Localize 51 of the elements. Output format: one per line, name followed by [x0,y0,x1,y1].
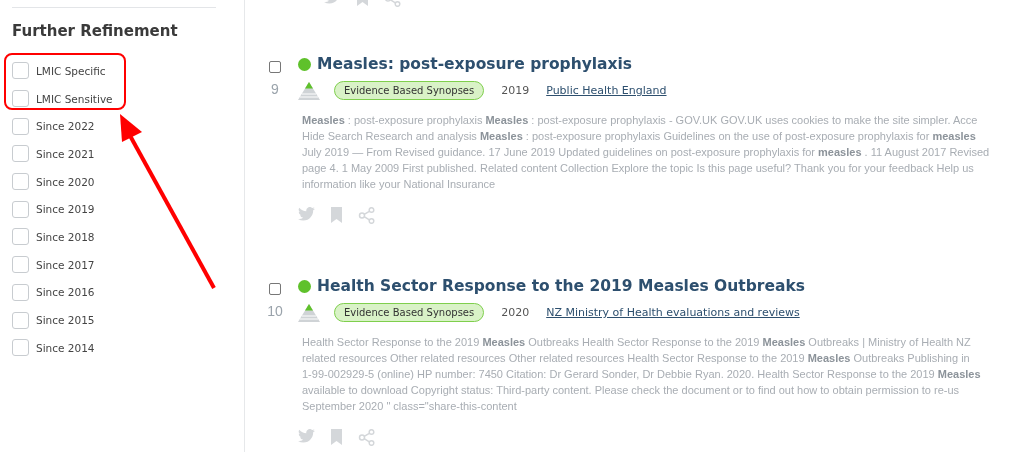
pyramid-icon [298,81,320,100]
checkbox[interactable] [12,311,29,329]
result-title[interactable]: Measles: post-exposure prophylaxis [317,55,633,73]
filter-label[interactable]: LMIC Specific [36,64,106,77]
checkbox[interactable] [12,283,29,301]
source-link[interactable]: NZ Ministry of Health evaluations and reviews [546,306,800,319]
filter-label[interactable]: Since 2020 [36,175,95,188]
result-number: 9 [271,81,279,97]
checkbox[interactable] [12,62,29,80]
checkbox[interactable] [12,90,29,108]
year: 2019 [501,84,530,97]
result-number: 10 [267,303,283,319]
bookmark-icon[interactable] [331,429,342,445]
checkbox[interactable] [12,200,29,218]
snippet-line: available to download Copyright status: Third-party content. Please check the document or to find out how to obtain permission to re-us [302,383,961,398]
filter-label[interactable]: Since 2017 [36,258,95,271]
checkbox[interactable] [12,117,29,135]
category-badge: Evidence Based Synopses [334,303,485,322]
checkbox[interactable] [12,256,29,274]
filter-label[interactable]: Since 2019 [36,203,95,216]
checkbox[interactable] [12,228,29,246]
result-title[interactable]: Health Sector Response to the 2019 Measles Outbreaks [317,277,805,295]
snippet-line: September 2020 " class="share-this-content [302,399,518,414]
filter-label[interactable]: Since 2016 [36,286,95,299]
snippet-line: Hide Search Research and analysis Measles : post-exposure prophylaxis Guidelines on the use of post-exposure prophylaxis for measles [302,129,977,144]
category-badge: Evidence Based Synopses [334,81,485,100]
checkbox[interactable] [269,61,281,73]
snippet-line: July 2019 — From Revised guidance. 17 June 2019 Updated guidelines on post-exposure prophylaxis for measles . 11 August 2017 Revised [302,145,990,160]
checkbox[interactable] [12,145,29,163]
filter-label[interactable]: LMIC Sensitive [36,92,113,105]
snippet-line: 1-99-002929-5 (online) HP number: 7450 Citation: Dr Gerard Sonder, Dr Debbie Ryan. 2020. Health Sector Response to the 2019 Measles [302,367,981,382]
filter-label[interactable]: Since 2015 [36,314,95,327]
section-heading: Further Refinement [12,22,179,40]
filter-label[interactable]: Since 2018 [36,230,95,243]
snippet-line: related resources Other related resources Other related resources Health Sector Response to the 2019 Measles Outbreaks Publishing in [302,351,971,366]
snippet-line: Measles : post-exposure prophylaxis Measles : post-exposure prophylaxis - GOV.UK GOV.UK uses cookies to make the site simpler. Acce [302,113,979,128]
filter-label[interactable]: Since 2022 [36,120,95,133]
bookmark-icon[interactable] [331,207,342,223]
filter-label[interactable]: Since 2014 [36,341,95,354]
status-dot [298,279,311,293]
status-dot [298,57,311,71]
checkbox[interactable] [12,173,29,191]
snippet-line: Health Sector Response to the 2019 Measles Outbreaks Health Sector Response to the 2019 Measles Outbreaks | Ministry of Health NZ [302,335,972,350]
year: 2020 [501,306,530,319]
checkbox[interactable] [269,283,281,295]
source-link[interactable]: Public Health England [546,84,667,97]
snippet-line: page 4. 1 May 2009 First published. Related content Collection Explore the topic Is this page useful? Thank you for your feedback Help us [302,161,975,176]
filter-label[interactable]: Since 2021 [36,147,95,160]
checkbox[interactable] [12,339,29,357]
snippet-line: information like your National Insurance [302,177,497,192]
pyramid-icon [298,303,320,322]
